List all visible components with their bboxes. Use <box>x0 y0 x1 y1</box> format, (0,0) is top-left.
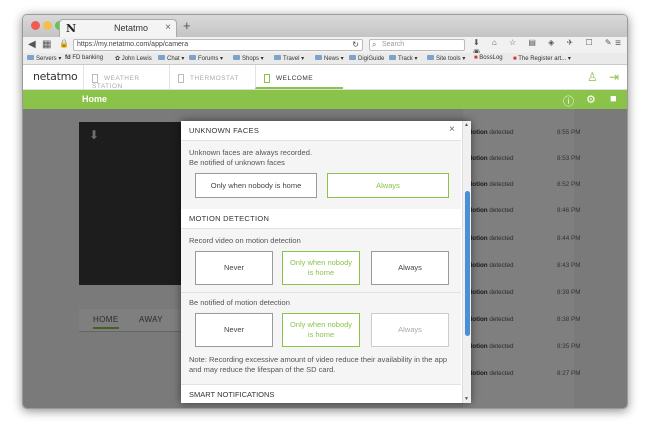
record-video-label: Record video on motion detection <box>189 236 301 245</box>
bookmark-fd-banking[interactable]: fd FD banking <box>65 55 103 61</box>
browser-window: N Netatmo × + ◀ ▦ 🔒 https://my.netatmo.c… <box>22 14 628 409</box>
bookmarks-bar: Servers ▾ fd FD banking ✿ John Lewis Cha… <box>23 53 627 65</box>
record-always-button[interactable]: Always <box>371 251 449 285</box>
bookmark-forums[interactable]: Forums ▾ <box>189 55 223 62</box>
netatmo-favicon-icon: N <box>66 22 77 35</box>
motion-detection-header: MOTION DETECTION <box>181 209 461 229</box>
bookmark-servers[interactable]: Servers ▾ <box>27 55 61 62</box>
search-placeholder: Search <box>382 41 405 48</box>
new-tab-button[interactable]: + <box>183 18 191 33</box>
reload-icon[interactable]: ↻ <box>352 40 359 49</box>
unknown-faces-header: UNKNOWN FACES <box>181 121 461 141</box>
bookmark-news[interactable]: News ▾ <box>315 55 344 62</box>
bookmark-track[interactable]: Track ▾ <box>389 55 417 62</box>
home-bar: Home ⓘ ⚙ ■ <box>23 90 627 109</box>
smart-notifications-header: SMART NOTIFICATIONS <box>181 384 461 403</box>
folder-icon <box>389 55 396 60</box>
scrollbar-thumb[interactable] <box>465 191 470 336</box>
folder-icon <box>189 55 196 60</box>
folder-icon <box>233 55 240 60</box>
bookmark-john-lewis[interactable]: ✿ John Lewis <box>115 55 152 62</box>
address-bar[interactable]: https://my.netatmo.com/app/camera ↻ <box>73 39 363 51</box>
user-icon[interactable]: ♙ <box>587 70 598 84</box>
folder-icon <box>274 55 281 60</box>
grid-icon[interactable]: ▦ <box>42 39 51 50</box>
weather-station-icon <box>92 74 98 83</box>
record-only-when-nobody-home-button[interactable]: Only when nobody is home <box>282 251 360 285</box>
bookmark-the-register[interactable]: ■ The Register art... ▾ <box>513 55 571 62</box>
section-divider <box>181 292 461 293</box>
john-lewis-icon: ✿ <box>115 56 122 62</box>
motion-detection-section: Record video on motion detection Never O… <box>181 229 461 403</box>
close-icon[interactable]: × <box>449 124 455 135</box>
product-welcome[interactable]: WELCOME <box>255 65 343 89</box>
search-icon: ⌕ <box>372 40 377 49</box>
unknown-faces-only-when-nobody-home-button[interactable]: Only when nobody is home <box>195 173 317 198</box>
close-window-button[interactable] <box>31 21 40 30</box>
bookmark-travel[interactable]: Travel ▾ <box>274 55 304 62</box>
product-weather-station[interactable]: WEATHER STATION <box>83 65 169 90</box>
notify-never-button[interactable]: Never <box>195 313 273 347</box>
minimize-window-button[interactable] <box>43 21 52 30</box>
folder-icon <box>158 55 165 60</box>
folder-icon <box>349 55 356 60</box>
navigation-bar: ◀ ▦ 🔒 https://my.netatmo.com/app/camera … <box>23 37 627 56</box>
bookmark-site-tools[interactable]: Site tools ▾ <box>427 55 465 62</box>
modal-scrollbar[interactable]: ▲ ▼ <box>462 121 471 403</box>
folder-icon <box>27 55 34 60</box>
welcome-camera-icon <box>264 74 270 83</box>
netatmo-logo[interactable]: netatmo <box>33 70 78 83</box>
bookmark-digiguide[interactable]: DigiGuide <box>349 55 384 62</box>
unknown-faces-always-button[interactable]: Always <box>327 173 449 198</box>
browser-tab[interactable]: N Netatmo × <box>59 19 177 37</box>
bookmark-bosslog[interactable]: ■ BossLog <box>474 55 503 61</box>
back-icon[interactable]: ◀ <box>28 39 36 50</box>
unknown-faces-description: Unknown faces are always recorded. Be no… <box>189 148 312 167</box>
hamburger-menu-icon[interactable]: ≡ <box>615 38 621 49</box>
record-never-button[interactable]: Never <box>195 251 273 285</box>
search-input[interactable]: ⌕ Search <box>369 39 465 51</box>
info-icon[interactable]: ⓘ <box>563 93 574 109</box>
tab-bar: N Netatmo × + <box>23 15 627 37</box>
bookmark-chat[interactable]: Chat ▾ <box>158 55 184 62</box>
tab-close-icon[interactable]: × <box>165 22 171 33</box>
bookmark-shops[interactable]: Shops ▾ <box>233 55 264 62</box>
unknown-faces-section: Unknown faces are always recorded. Be no… <box>181 141 461 209</box>
logout-icon[interactable]: ⇥ <box>609 70 619 84</box>
app-header: netatmo WEATHER STATION THERMOSTAT WELCO… <box>23 65 627 90</box>
lock-icon: 🔒 <box>59 39 69 48</box>
url-text: https://my.netatmo.com/app/camera <box>77 41 189 48</box>
scroll-up-icon[interactable]: ▲ <box>464 122 469 128</box>
folder-icon <box>427 55 434 60</box>
video-camera-icon[interactable]: ■ <box>610 93 617 105</box>
camera-settings-modal: UNKNOWN FACES × Unknown faces are always… <box>181 121 471 403</box>
product-thermostat[interactable]: THERMOSTAT <box>169 65 255 89</box>
tab-title: Netatmo <box>114 23 149 33</box>
folder-icon <box>315 55 322 60</box>
page-title: Home <box>82 94 108 104</box>
notify-only-when-nobody-home-button[interactable]: Only when nobody is home <box>282 313 360 347</box>
thermostat-icon <box>178 74 184 83</box>
recording-note: Note: Recording excessive amount of vide… <box>189 355 448 374</box>
scroll-down-icon[interactable]: ▼ <box>464 396 469 402</box>
notify-motion-label: Be notified of motion detection <box>189 298 290 307</box>
settings-gear-icon[interactable]: ⚙ <box>586 93 596 106</box>
notify-always-button[interactable]: Always <box>371 313 449 347</box>
